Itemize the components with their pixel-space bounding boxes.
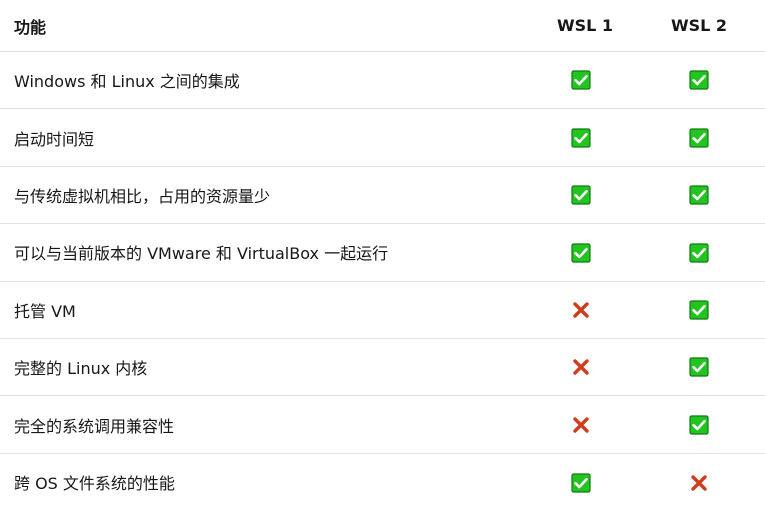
wsl1-cell (522, 70, 640, 91)
table-row: 完全的系统调用兼容性 (0, 396, 765, 454)
check-mark-icon (571, 185, 591, 205)
table-row: 启动时间短 (0, 109, 765, 167)
wsl2-cell (640, 357, 758, 378)
check-mark-icon (689, 415, 709, 435)
cross-mark-icon (573, 302, 589, 318)
wsl2-cell (640, 472, 758, 493)
feature-label: 可以与当前版本的 VMware 和 VirtualBox 一起运行 (14, 244, 389, 264)
feature-label: 完整的 Linux 内核 (14, 359, 148, 379)
table-row: 跨 OS 文件系统的性能 (0, 454, 765, 511)
cross-mark-icon (573, 417, 589, 433)
feature-label: 托管 VM (14, 301, 76, 321)
wsl2-cell (640, 242, 758, 263)
cross-mark-icon (573, 359, 589, 376)
wsl1-cell (522, 300, 640, 321)
wsl1-cell (522, 185, 640, 206)
check-mark-icon (571, 473, 591, 493)
feature-label: 跨 OS 文件系统的性能 (14, 474, 175, 494)
wsl2-cell (640, 414, 758, 435)
table-row: Windows 和 Linux 之间的集成 (0, 52, 765, 110)
column-header-feature: 功能 (14, 17, 47, 37)
wsl1-cell (522, 127, 640, 148)
wsl2-cell (640, 300, 758, 321)
table-header-row: 功能 WSL 1 WSL 2 (0, 0, 765, 52)
table-row: 与传统虚拟机相比，占用的资源量少 (0, 167, 765, 225)
check-mark-icon (571, 70, 591, 91)
wsl-comparison-table: 功能 WSL 1 WSL 2 Windows 和 Linux 之间的集成 启动时… (0, 0, 765, 511)
cross-mark-icon (691, 474, 707, 491)
wsl1-cell (522, 357, 640, 378)
table-row: 可以与当前版本的 VMware 和 VirtualBox 一起运行 (0, 224, 765, 282)
wsl2-cell (640, 185, 758, 206)
check-mark-icon (689, 70, 709, 91)
wsl2-cell (640, 127, 758, 148)
table-row: 完整的 Linux 内核 (0, 339, 765, 397)
table-row: 托管 VM (0, 282, 765, 339)
wsl2-cell (640, 70, 758, 91)
wsl1-cell (522, 472, 640, 493)
feature-label: Windows 和 Linux 之间的集成 (14, 72, 240, 92)
feature-label: 完全的系统调用兼容性 (14, 416, 175, 436)
check-mark-icon (689, 128, 709, 148)
wsl1-cell (522, 242, 640, 263)
feature-label: 启动时间短 (14, 129, 95, 149)
column-header-wsl2: WSL 2 (670, 16, 728, 35)
check-mark-icon (689, 185, 709, 205)
feature-label: 与传统虚拟机相比，占用的资源量少 (14, 186, 271, 206)
column-header-wsl1: WSL 1 (556, 16, 614, 35)
check-mark-icon (689, 243, 709, 263)
wsl1-cell (522, 414, 640, 435)
check-mark-icon (689, 357, 709, 377)
check-mark-icon (689, 300, 709, 320)
check-mark-icon (571, 243, 591, 263)
check-mark-icon (571, 128, 591, 148)
